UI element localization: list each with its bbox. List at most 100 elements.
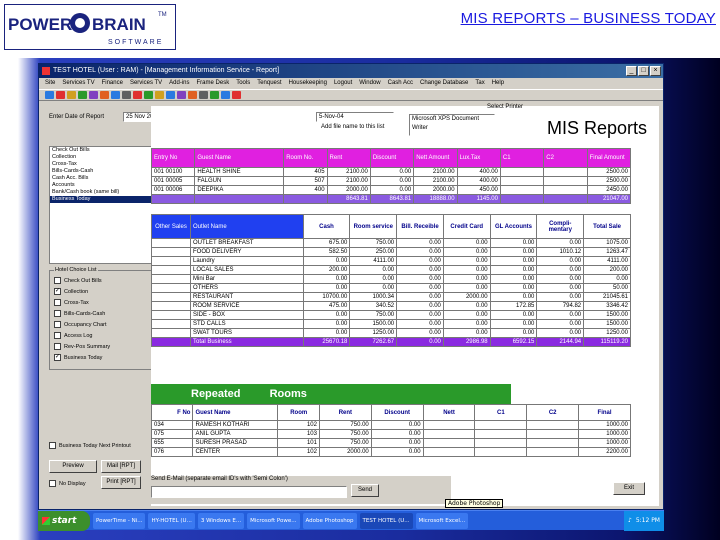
email-input[interactable] (151, 486, 347, 498)
option-row[interactable]: ✓ Business Today (50, 352, 152, 363)
checkbox-checked[interactable]: ✓ (54, 288, 61, 295)
option-row[interactable]: Check Out Bills (50, 275, 152, 286)
checkbox[interactable] (54, 332, 61, 339)
chart-icon[interactable] (177, 91, 186, 99)
option-row[interactable]: Bills-Cards-Cash (50, 308, 152, 319)
exit-icon[interactable] (232, 91, 241, 99)
menu-item[interactable]: Tax (475, 78, 484, 89)
table-cell: 450.00 (456, 185, 501, 195)
calendar-icon[interactable] (210, 91, 219, 99)
business-today-option[interactable]: Business Today Next Printout (49, 440, 131, 451)
food-icon[interactable] (188, 91, 197, 99)
close-button[interactable]: × (650, 66, 661, 76)
list-item[interactable]: Accounts (50, 182, 152, 189)
table-cell (151, 319, 191, 329)
printer-select[interactable]: Microsoft XPS Document Writer (409, 114, 495, 136)
table-cell: 0.00 (396, 238, 444, 248)
key-icon[interactable] (155, 91, 164, 99)
mail-button[interactable]: Mail [RPT] (101, 460, 141, 473)
menu-item[interactable]: Add-ins (169, 78, 189, 89)
settings-icon[interactable] (199, 91, 208, 99)
menu-item[interactable]: Window (359, 78, 380, 89)
report-name-input[interactable]: 5-Nov-04 (316, 112, 394, 122)
report-icon[interactable] (89, 91, 98, 99)
start-button[interactable]: start (38, 510, 90, 531)
menu-item[interactable]: Services TV (130, 78, 162, 89)
taskbar-item[interactable]: HY-HOTEL (U... (148, 512, 195, 529)
table-cell (283, 194, 328, 204)
checkbox-checked[interactable]: ✓ (54, 354, 61, 361)
new-icon[interactable] (45, 91, 54, 99)
mail-icon[interactable] (221, 91, 230, 99)
list-item-selected[interactable]: Business Today (50, 196, 152, 203)
preview-button[interactable]: Preview (49, 460, 97, 473)
phone-icon[interactable] (166, 91, 175, 99)
maximize-button[interactable]: □ (638, 66, 649, 76)
no-display-option[interactable]: No Display (49, 478, 86, 489)
guest-icon[interactable] (100, 91, 109, 99)
checkbox[interactable] (54, 277, 61, 284)
minimize-button[interactable]: _ (626, 66, 637, 76)
option-row[interactable]: Access Log (50, 330, 152, 341)
taskbar-item[interactable]: PowerTime - Ni... (93, 512, 146, 529)
table-cell (543, 167, 588, 177)
date-label: Enter Date of Report (49, 114, 105, 120)
alert-icon[interactable] (133, 91, 142, 99)
menu-item[interactable]: Change Database (420, 78, 468, 89)
list-item[interactable]: Bills-Cards-Cash (50, 168, 152, 175)
option-row[interactable]: Rev-Pos Summary (50, 341, 152, 352)
column-header: C1 (474, 404, 528, 421)
open-folder-icon[interactable] (67, 91, 76, 99)
table-row: 655 SURESH PRASAD 101 750.00 0.00 1000.00 (150, 438, 631, 448)
table-cell: 1250.00 (349, 328, 398, 338)
table-cell: 0.00 (489, 265, 538, 275)
checkbox[interactable] (54, 310, 61, 317)
list-item[interactable]: Cash Acc. Bills (50, 175, 152, 182)
taskbar-item[interactable]: Microsoft Excel... (415, 512, 469, 529)
menu-item[interactable]: Housekeeping (289, 78, 327, 89)
menu-item[interactable]: Services TV (62, 78, 94, 89)
total-business-label: Total Business (189, 337, 304, 347)
table-cell: 0.00 (442, 319, 491, 329)
option-row[interactable]: ✓ Collection (50, 286, 152, 297)
money-icon[interactable] (78, 91, 87, 99)
column-header: Rent (326, 148, 371, 168)
volume-icon[interactable]: ♪ (628, 511, 632, 531)
option-row[interactable]: Occupancy Chart (50, 319, 152, 330)
close-doc-icon[interactable] (56, 91, 65, 99)
list-item[interactable]: Cross-Tax (50, 161, 152, 168)
checkbox[interactable] (49, 442, 56, 449)
taskbar-item[interactable]: Adobe Photoshop (302, 512, 357, 529)
menu-item[interactable]: Logout (334, 78, 352, 89)
checkin-table: Entry No Guest Name Room No. Rent Discou… (150, 148, 632, 204)
list-item[interactable]: Check Out Bills (50, 147, 152, 154)
cash-icon[interactable] (144, 91, 153, 99)
checkbox[interactable] (54, 321, 61, 328)
report-list[interactable]: Check Out Bills Collection Cross-Tax Bil… (49, 146, 153, 264)
room-icon[interactable] (111, 91, 120, 99)
checkbox[interactable] (54, 299, 61, 306)
taskbar-item-active[interactable]: TEST HOTEL (U... (359, 512, 413, 529)
menu-item[interactable]: Tools (236, 78, 250, 89)
taskbar-item[interactable]: Microsoft Powe... (247, 512, 300, 529)
checkbox[interactable] (49, 480, 56, 487)
table-cell: 2144.94 (536, 337, 585, 347)
checkbox[interactable] (54, 343, 61, 350)
table-cell: 0.00 (302, 328, 351, 338)
print-icon[interactable] (122, 91, 131, 99)
list-item[interactable]: Bank/Cash book (same bill) (50, 189, 152, 196)
menu-item[interactable]: Help (492, 78, 504, 89)
print-button[interactable]: Print [RPT] (101, 476, 141, 489)
menu-item[interactable]: Tenquest (257, 78, 281, 89)
list-item[interactable]: Collection (50, 154, 152, 161)
option-row[interactable]: Cross-Tax (50, 297, 152, 308)
table-cell: 405 (283, 167, 328, 177)
menu-item[interactable]: Finance (102, 78, 123, 89)
menu-item[interactable]: Cash Acc (388, 78, 413, 89)
table-cell (526, 438, 580, 448)
send-button[interactable]: Send (351, 484, 379, 497)
menu-item[interactable]: Frame Desk (197, 78, 230, 89)
exit-button[interactable]: Exit (613, 482, 645, 495)
taskbar-item[interactable]: 3 Windows E... (197, 512, 245, 529)
menu-item[interactable]: Site (45, 78, 55, 89)
